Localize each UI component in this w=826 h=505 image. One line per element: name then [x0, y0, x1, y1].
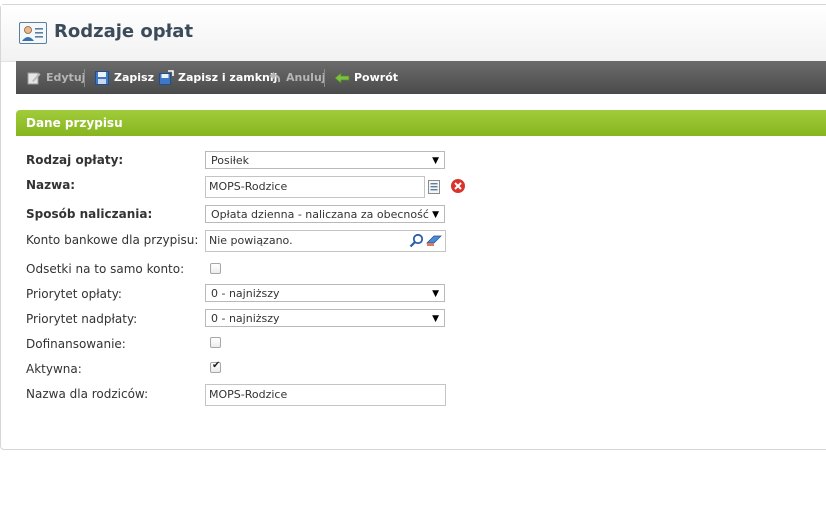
- bank-account-label: Konto bankowe dla przypisu:: [26, 233, 199, 247]
- save-close-icon: [159, 69, 174, 85]
- title-bar: Rodzaje opłat: [1, 5, 826, 62]
- dropdown-arrow-icon: ▼: [432, 314, 439, 324]
- undo-icon: [269, 71, 281, 82]
- clear-icon[interactable]: [450, 178, 466, 197]
- edit-button[interactable]: Edytuj: [26, 61, 85, 94]
- parent-name-label: Nazwa dla rodziców:: [26, 387, 149, 401]
- active-label: Aktywna:: [26, 362, 82, 376]
- section-header: Dane przypisu: [16, 110, 826, 136]
- name-label: Nazwa:: [26, 178, 76, 192]
- fee-priority-select[interactable]: 0 - najniższy ▼: [205, 284, 445, 302]
- save-icon: [95, 70, 109, 85]
- list-icon[interactable]: [427, 179, 441, 198]
- name-value: MOPS-Rodzice: [209, 180, 288, 193]
- checkmark-icon: ✔: [212, 360, 221, 371]
- back-label: Powrót: [354, 71, 399, 84]
- toolbar-separator: [324, 69, 325, 87]
- dropdown-arrow-icon: ▼: [432, 289, 439, 299]
- section-title: Dane przypisu: [26, 116, 123, 130]
- dropdown-arrow-icon: ▼: [432, 156, 439, 166]
- cofinancing-checkbox[interactable]: [210, 337, 221, 348]
- search-icon[interactable]: [409, 233, 424, 251]
- parent-name-value: MOPS-Rodzice: [209, 388, 288, 401]
- cancel-label: Anuluj: [286, 71, 326, 84]
- page-title: Rodzaje opłat: [54, 21, 194, 42]
- interest-label: Odsetki na to samo konto:: [26, 262, 185, 276]
- user-card-icon: [19, 22, 47, 44]
- save-label: Zapisz: [114, 71, 154, 84]
- fee-priority-value: 0 - najniższy: [211, 287, 280, 300]
- back-button[interactable]: Powrót: [334, 61, 398, 94]
- save-close-button[interactable]: Zapisz i zamknij: [158, 61, 277, 94]
- save-close-label: Zapisz i zamknij: [178, 71, 278, 84]
- cancel-button[interactable]: Anuluj: [268, 61, 326, 94]
- overpayment-priority-value: 0 - najniższy: [211, 312, 280, 325]
- charge-method-value: Opłata dzienna - naliczana za obecność: [211, 208, 429, 221]
- charge-method-select[interactable]: Opłata dzienna - naliczana za obecność ▼: [205, 205, 445, 223]
- fee-type-value: Posiłek: [211, 154, 250, 167]
- back-arrow-icon: [334, 71, 350, 84]
- name-input[interactable]: MOPS-Rodzice: [205, 176, 425, 198]
- overpayment-priority-label: Priorytet nadpłaty:: [26, 312, 138, 326]
- fee-type-select[interactable]: Posiłek ▼: [205, 151, 445, 169]
- fee-type-label: Rodzaj opłaty:: [26, 153, 124, 167]
- overpayment-priority-select[interactable]: 0 - najniższy ▼: [205, 309, 445, 327]
- fee-priority-label: Priorytet opłaty:: [26, 287, 122, 301]
- toolbar-separator: [84, 69, 85, 87]
- charge-method-label: Sposób naliczania:: [26, 207, 153, 221]
- edit-label: Edytuj: [46, 71, 86, 84]
- dropdown-arrow-icon: ▼: [432, 210, 439, 220]
- bank-account-value: Nie powiązano.: [209, 234, 293, 247]
- eraser-icon[interactable]: [426, 234, 442, 250]
- cofinancing-label: Dofinansowanie:: [26, 337, 126, 351]
- save-button[interactable]: Zapisz: [94, 61, 154, 94]
- edit-icon: [27, 72, 41, 84]
- active-checkbox[interactable]: ✔: [210, 360, 221, 373]
- toolbar: Edytuj Zapisz Zapisz i zamknij Anuluj Po…: [16, 61, 826, 94]
- interest-checkbox[interactable]: [210, 263, 221, 274]
- parent-name-input[interactable]: MOPS-Rodzice: [205, 384, 446, 406]
